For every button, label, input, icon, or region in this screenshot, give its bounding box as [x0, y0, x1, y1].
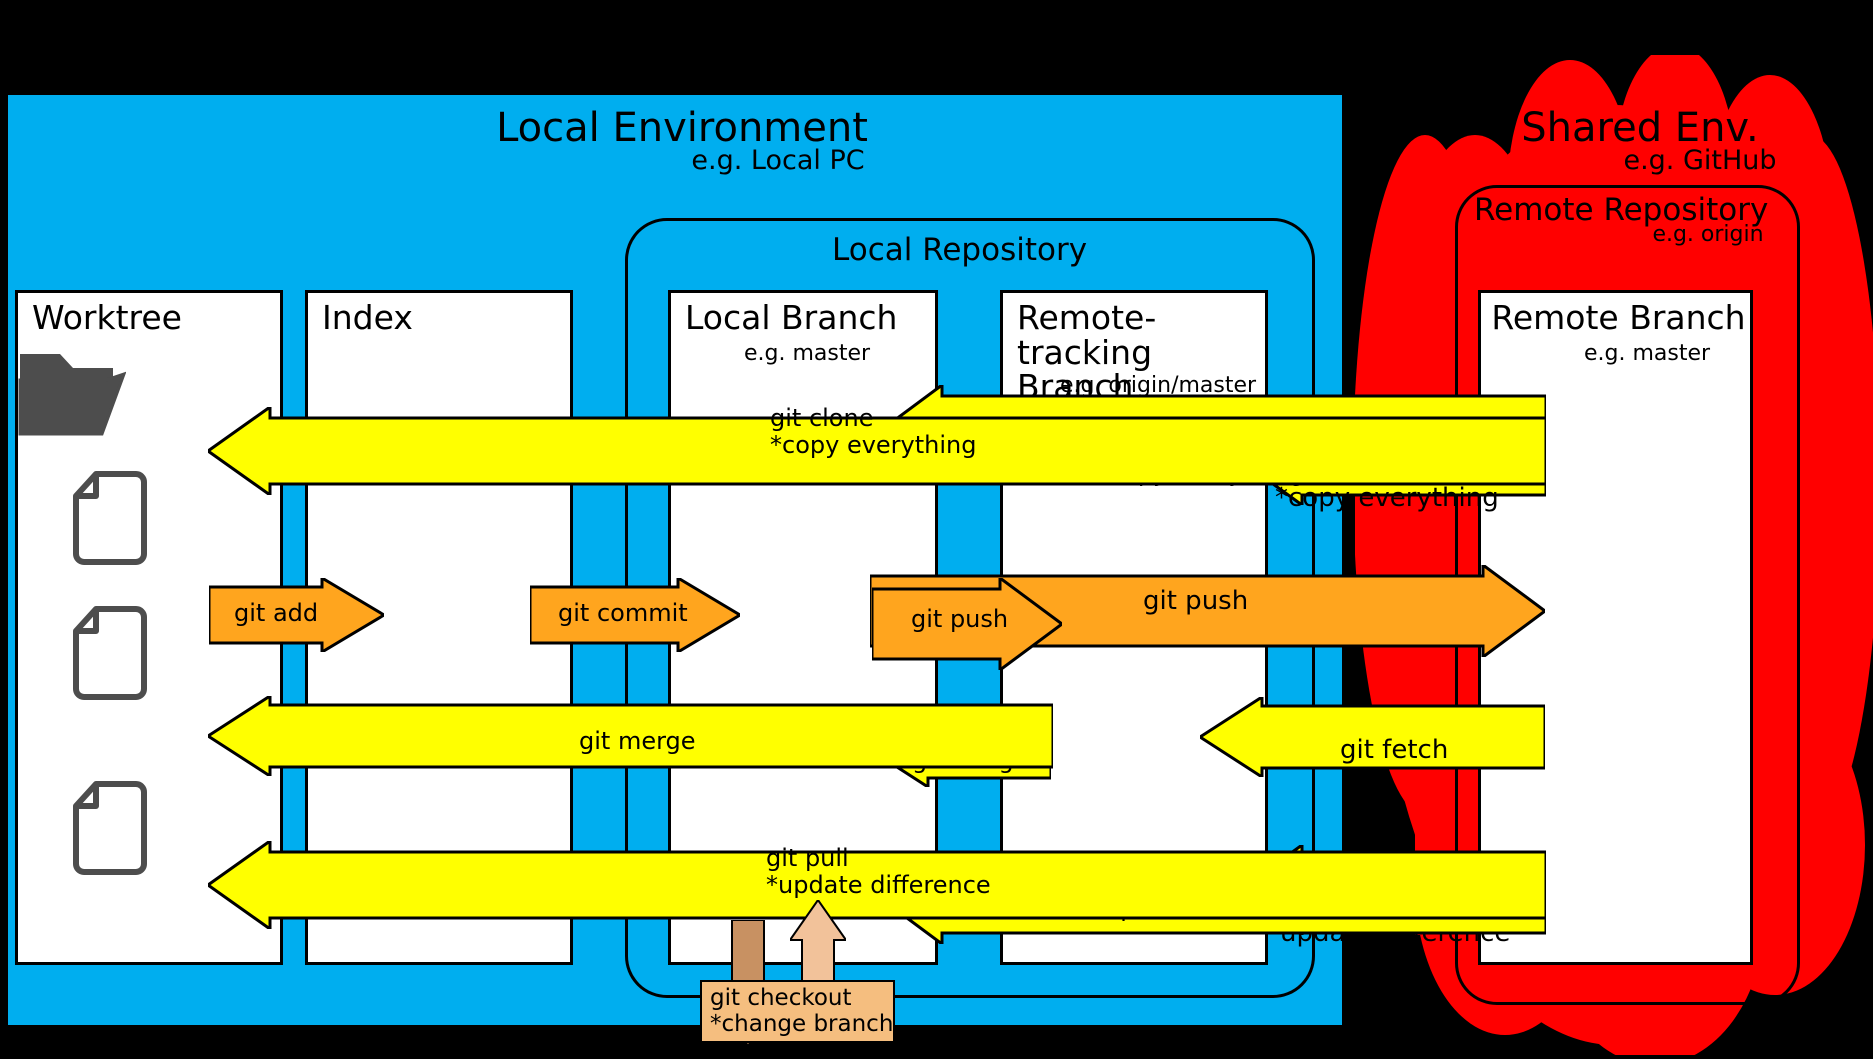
git-push-to-tracking-label: git push	[911, 605, 1009, 633]
shared-env-title: Shared Env.	[1521, 105, 1759, 151]
file-icon	[72, 470, 148, 570]
git-merge-to-worktree-label: git merge	[579, 727, 696, 755]
git-push-to-remote-label: git push	[1143, 586, 1249, 616]
remote-repository-subtitle: e.g. origin	[1652, 222, 1764, 247]
local-env-subtitle: e.g. Local PC	[691, 145, 865, 176]
file-icon	[72, 605, 148, 705]
git-clone-to-worktree-label: git clone *copy everything	[770, 404, 977, 459]
git-pull-to-worktree-label: git pull *update difference	[766, 844, 991, 899]
git-commit-label: git commit	[558, 599, 688, 627]
local-branch-subtitle: e.g. master	[743, 341, 871, 366]
shared-env-subtitle: e.g. GitHub	[1623, 145, 1777, 176]
folder-icon	[18, 340, 127, 444]
remote-branch-subtitle: e.g. master	[1583, 341, 1711, 366]
local-repository-title: Local Repository	[832, 232, 1088, 268]
remote-branch-title: Remote Branch	[1491, 298, 1746, 337]
local-env-title: Local Environment	[496, 105, 868, 151]
git-fetch-label: git fetch	[1340, 735, 1449, 765]
diagram-canvas: Shared Env. e.g. GitHub Remote Repositor…	[0, 0, 1873, 1059]
git-checkout-box: git checkout *change branch	[700, 980, 895, 1044]
git-add-label: git add	[234, 599, 319, 627]
worktree-title: Worktree	[32, 298, 182, 337]
index-title: Index	[322, 298, 413, 337]
local-branch-title: Local Branch	[685, 298, 898, 337]
file-icon	[72, 780, 148, 880]
